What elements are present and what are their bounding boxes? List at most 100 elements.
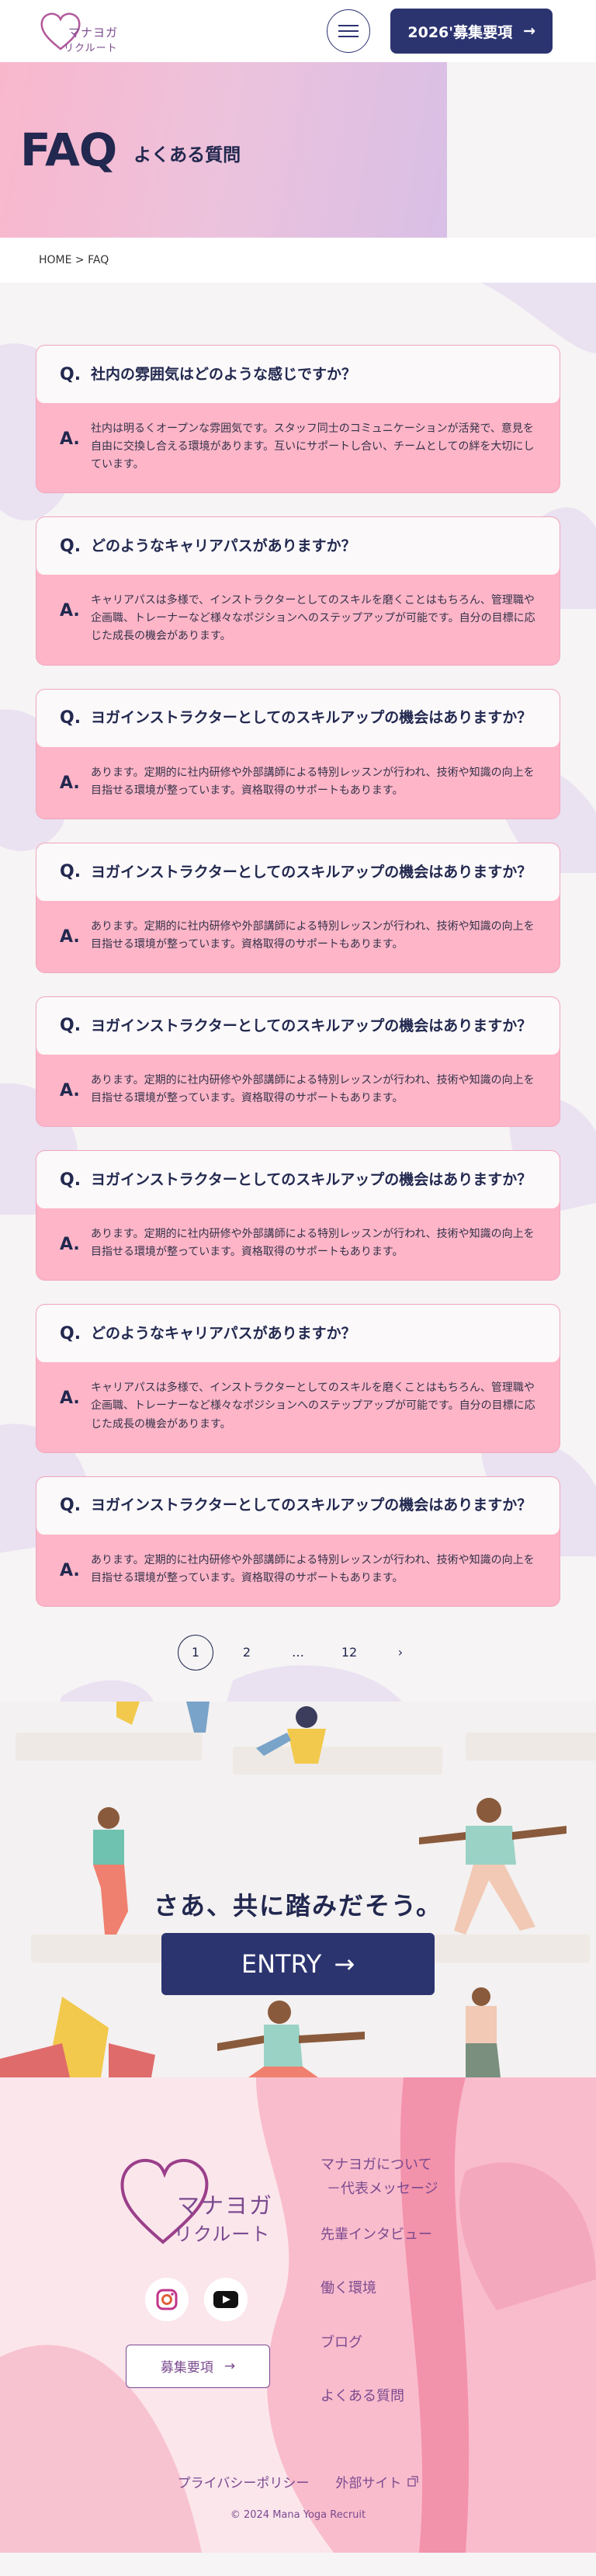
faq-item[interactable]: Q. ヨガインストラクターとしてのスキルアップの機会はありますか？ A. ありま… bbox=[36, 842, 560, 973]
faq-item[interactable]: Q. ヨガインストラクターとしてのスキルアップの機会はありますか？ A. ありま… bbox=[36, 1150, 560, 1281]
answer-marker: A. bbox=[60, 1080, 80, 1100]
question-marker: Q. bbox=[60, 708, 81, 728]
logo-text-line1: マナヨガ bbox=[68, 26, 119, 40]
answer-marker: A. bbox=[60, 429, 80, 449]
answer-text: 社内は明るくオープンな雰囲気です。スタッフ同士のコミュニケーションが活発で、意見… bbox=[91, 422, 535, 471]
page-button[interactable]: 12 bbox=[331, 1635, 367, 1670]
page-button[interactable]: 2 bbox=[229, 1635, 265, 1670]
faq-question[interactable]: Q. どのようなキャリアパスがありますか？ bbox=[36, 1305, 560, 1363]
question-text: どのようなキャリアパスがありますか？ bbox=[91, 537, 356, 555]
privacy-policy-link[interactable]: プライバシーポリシー bbox=[178, 2472, 310, 2491]
logo-text-line2: リクルート bbox=[64, 43, 118, 54]
faq-item[interactable]: Q. どのようなキャリアパスがありますか？ A. キャリアパスは多様で、インスト… bbox=[36, 1304, 560, 1453]
footer-legal-links: プライバシーポリシー 外部サイト bbox=[0, 2472, 596, 2491]
faq-list: Q. 社内の雰囲気はどのような感じですか？ A. 社内は明るくオープンな雰囲気で… bbox=[0, 345, 596, 1607]
question-marker: Q. bbox=[60, 862, 81, 882]
entry-section: さあ、共に踏みだそう。 ENTRY → bbox=[0, 1701, 596, 2077]
page-ellipsis: … bbox=[292, 1645, 304, 1660]
menu-bar-icon bbox=[338, 25, 359, 26]
answer-marker: A. bbox=[60, 1235, 80, 1255]
faq-question[interactable]: Q. ヨガインストラクターとしてのスキルアップの機会はありますか？ bbox=[36, 689, 560, 747]
entry-content: さあ、共に踏みだそう。 ENTRY → bbox=[0, 1886, 596, 1995]
faq-question[interactable]: Q. ヨガインストラクターとしてのスキルアップの機会はありますか？ bbox=[36, 996, 560, 1055]
instagram-icon[interactable] bbox=[145, 2277, 189, 2321]
arrow-right-icon: → bbox=[523, 23, 535, 40]
faq-question[interactable]: Q. ヨガインストラクターとしてのスキルアップの機会はありますか？ bbox=[36, 1151, 560, 1209]
question-text: ヨガインストラクターとしてのスキルアップの機会はありますか？ bbox=[91, 1017, 532, 1034]
question-marker: Q. bbox=[60, 1016, 81, 1036]
faq-question[interactable]: Q. ヨガインストラクターとしてのスキルアップの機会はありますか？ bbox=[36, 1476, 560, 1535]
faq-item[interactable]: Q. どのようなキャリアパスがありますか？ A. キャリアパスは多様で、インスト… bbox=[36, 516, 560, 666]
footer-logo[interactable]: マナヨガ リクルート bbox=[116, 2149, 287, 2250]
external-site-link[interactable]: 外部サイト bbox=[335, 2472, 418, 2491]
faq-item[interactable]: Q. 社内の雰囲気はどのような感じですか？ A. 社内は明るくオープンな雰囲気で… bbox=[36, 345, 560, 494]
answer-text: キャリアパスは多様で、インストラクターとしてのスキルを磨くことはもちろん、管理職… bbox=[91, 594, 535, 643]
faq-item[interactable]: Q. ヨガインストラクターとしてのスキルアップの機会はありますか？ A. ありま… bbox=[36, 1476, 560, 1607]
faq-question[interactable]: Q. どのようなキャリアパスがありますか？ bbox=[36, 517, 560, 575]
breadcrumb[interactable]: HOME > FAQ bbox=[0, 238, 596, 283]
faq-item[interactable]: Q. ヨガインストラクターとしてのスキルアップの機会はありますか？ A. ありま… bbox=[36, 996, 560, 1128]
footer-logo-line2: リクルート bbox=[174, 2223, 271, 2245]
faq-answer: A. 社内は明るくオープンな雰囲気です。スタッフ同士のコミュニケーションが活発で… bbox=[36, 403, 560, 492]
footer-recruit-button[interactable]: 募集要項 → bbox=[126, 2344, 270, 2388]
question-marker: Q. bbox=[60, 1496, 81, 1516]
footer-nav-faq[interactable]: よくある質問 bbox=[321, 2387, 438, 2406]
recruit-button-label: 2026'募集要項 bbox=[407, 23, 513, 41]
footer-recruit-label: 募集要項 bbox=[160, 2360, 213, 2376]
faq-item[interactable]: Q. ヨガインストラクターとしてのスキルアップの機会はありますか？ A. ありま… bbox=[36, 688, 560, 819]
question-text: どのようなキャリアパスがありますか？ bbox=[91, 1325, 356, 1343]
answer-marker: A. bbox=[60, 601, 80, 621]
footer-nav-environment[interactable]: 働く環境 bbox=[321, 2279, 438, 2298]
faq-section: Q. 社内の雰囲気はどのような感じですか？ A. 社内は明るくオープンな雰囲気で… bbox=[0, 283, 596, 1702]
site-footer: マナヨガ リクルート 募集要項 → マナヨガについて －代表メッセージ 先輩イン… bbox=[0, 2077, 596, 2553]
faq-answer: A. あります。定期的に社内研修や外部講師による特別レッスンが行われ、技術や知識… bbox=[36, 1535, 560, 1606]
page-hero: FAQ よくある質問 bbox=[0, 62, 447, 238]
recruit-2026-button[interactable]: 2026'募集要項 → bbox=[390, 9, 553, 54]
question-text: ヨガインストラクターとしてのスキルアップの機会はありますか？ bbox=[91, 709, 532, 727]
footer-nav-interview[interactable]: 先輩インタビュー bbox=[321, 2225, 438, 2244]
site-header: マナヨガ リクルート 2026'募集要項 → bbox=[0, 0, 596, 62]
entry-heading: さあ、共に踏みだそう。 bbox=[153, 1890, 443, 1921]
faq-question[interactable]: Q. ヨガインストラクターとしてのスキルアップの機会はありますか？ bbox=[36, 843, 560, 901]
footer-nav: マナヨガについて －代表メッセージ 先輩インタビュー 働く環境 ブログ よくある… bbox=[321, 2155, 438, 2406]
question-marker: Q. bbox=[60, 536, 81, 556]
menu-bar-icon bbox=[338, 30, 359, 32]
header-actions: 2026'募集要項 → bbox=[327, 9, 553, 54]
answer-text: あります。定期的に社内研修や外部講師による特別レッスンが行われ、技術や知識の向上… bbox=[91, 1228, 535, 1259]
site-logo[interactable]: マナヨガ リクルート bbox=[37, 4, 123, 58]
footer-nav-message[interactable]: －代表メッセージ bbox=[321, 2179, 438, 2199]
instagram-glyph-icon bbox=[156, 2289, 178, 2310]
next-page-chevron-icon[interactable]: › bbox=[383, 1635, 418, 1670]
page-subtitle: よくある質問 bbox=[133, 145, 241, 165]
footer-nav-blog[interactable]: ブログ bbox=[321, 2333, 438, 2352]
footer-nav-about[interactable]: マナヨガについて bbox=[321, 2155, 438, 2174]
question-text: ヨガインストラクターとしてのスキルアップの機会はありますか？ bbox=[91, 1170, 532, 1188]
question-marker: Q. bbox=[60, 364, 81, 384]
footer-logo-line1: マナヨガ bbox=[177, 2192, 274, 2219]
faq-question[interactable]: Q. 社内の雰囲気はどのような感じですか？ bbox=[36, 346, 560, 403]
answer-text: あります。定期的に社内研修や外部講師による特別レッスンが行われ、技術や知識の向上… bbox=[91, 1073, 535, 1105]
answer-text: キャリアパスは多様で、インストラクターとしてのスキルを磨くことはもちろん、管理職… bbox=[91, 1382, 535, 1431]
answer-text: あります。定期的に社内研修や外部講師による特別レッスンが行われ、技術や知識の向上… bbox=[91, 1553, 535, 1584]
hamburger-menu-button[interactable] bbox=[327, 9, 371, 53]
pagination: 1 2 … 12 › bbox=[0, 1634, 596, 1670]
menu-bar-icon bbox=[338, 36, 359, 37]
entry-button[interactable]: ENTRY → bbox=[161, 1932, 435, 1995]
page-button-current[interactable]: 1 bbox=[178, 1634, 213, 1670]
arrow-right-icon: → bbox=[224, 2358, 236, 2374]
youtube-icon[interactable] bbox=[204, 2277, 248, 2321]
answer-text: あります。定期的に社内研修や外部講師による特別レッスンが行われ、技術や知識の向上… bbox=[91, 766, 535, 797]
page-title: FAQ bbox=[20, 123, 117, 176]
faq-answer: A. あります。定期的に社内研修や外部講師による特別レッスンが行われ、技術や知識… bbox=[36, 1055, 560, 1126]
question-marker: Q. bbox=[60, 1323, 81, 1344]
question-text: ヨガインストラクターとしてのスキルアップの機会はありますか？ bbox=[91, 1497, 532, 1514]
faq-answer: A. あります。定期的に社内研修や外部講師による特別レッスンが行われ、技術や知識… bbox=[36, 747, 560, 819]
entry-button-label: ENTRY bbox=[241, 1949, 322, 1979]
faq-answer: A. あります。定期的に社内研修や外部講師による特別レッスンが行われ、技術や知識… bbox=[36, 1208, 560, 1280]
answer-marker: A. bbox=[60, 1560, 80, 1580]
external-site-label: 外部サイト bbox=[335, 2475, 402, 2491]
youtube-glyph-icon bbox=[213, 2290, 238, 2308]
faq-answer: A. あります。定期的に社内研修や外部講師による特別レッスンが行われ、技術や知識… bbox=[36, 901, 560, 972]
arrow-right-icon: → bbox=[334, 1949, 355, 1979]
question-text: ヨガインストラクターとしてのスキルアップの機会はありますか？ bbox=[91, 863, 532, 881]
